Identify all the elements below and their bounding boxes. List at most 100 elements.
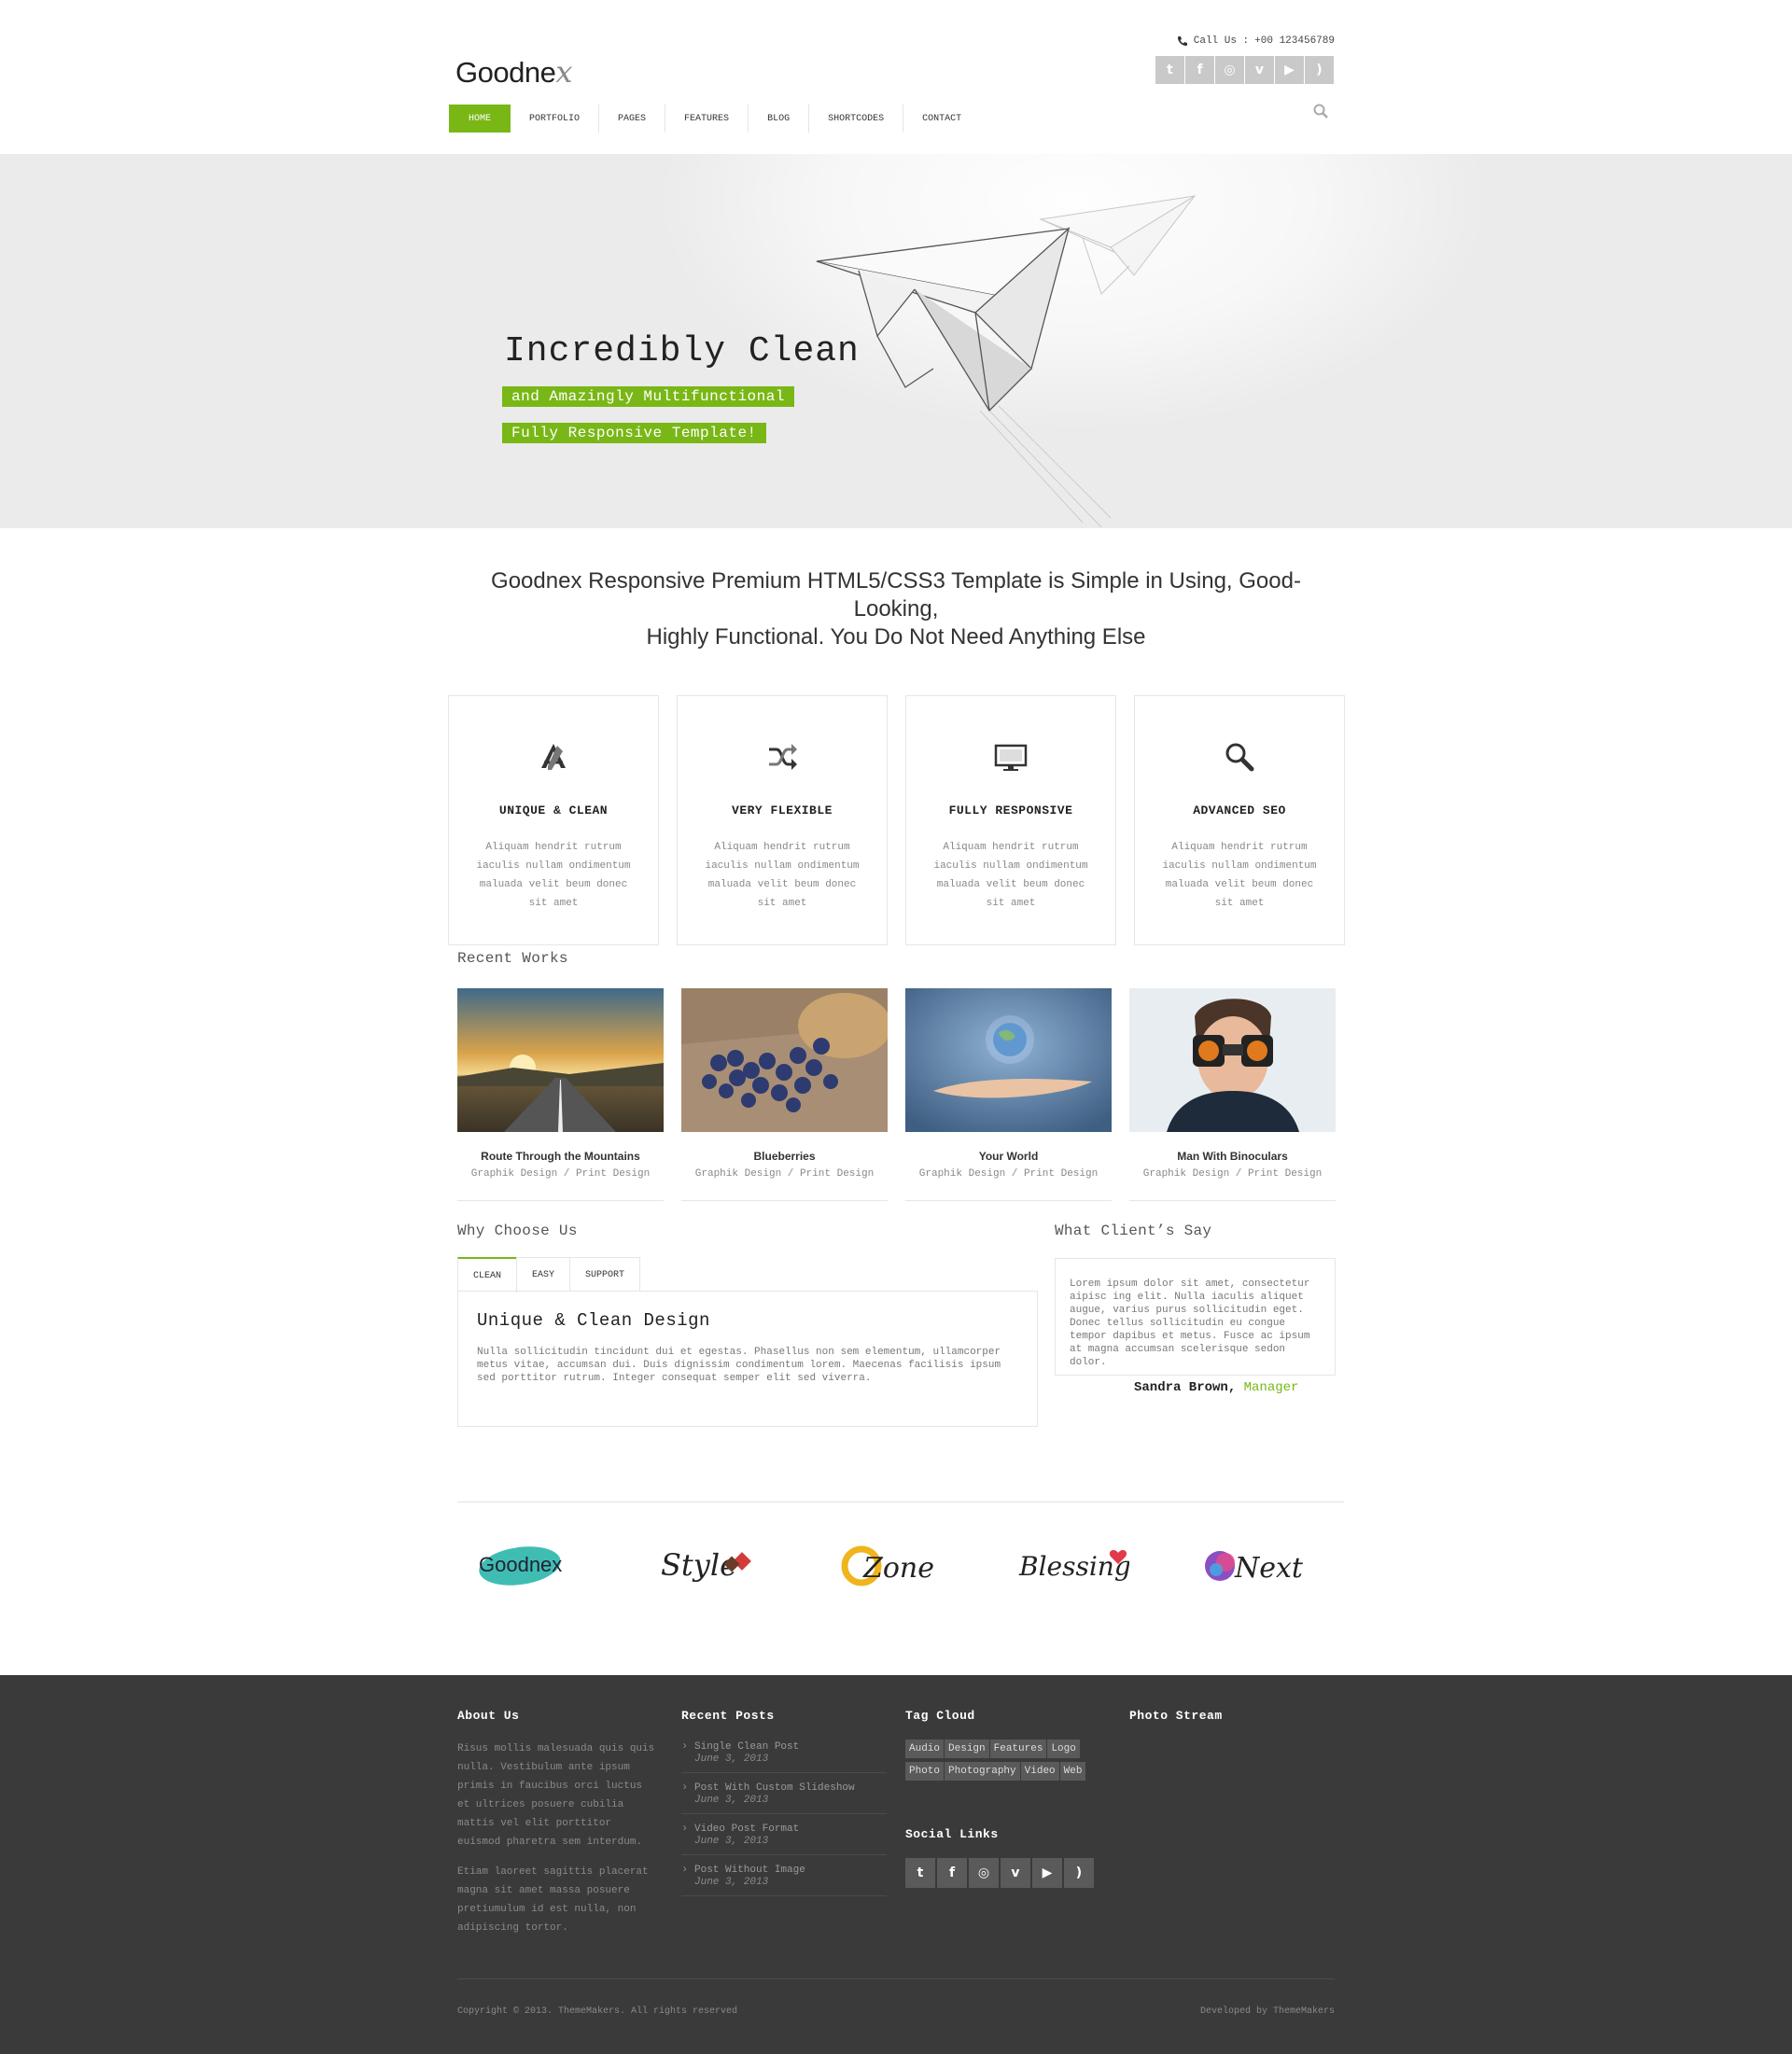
dribbble-icon[interactable]: ◎ — [1215, 56, 1244, 84]
work-image-blueberries[interactable] — [681, 988, 888, 1132]
tag-photo[interactable]: Photo — [905, 1762, 945, 1781]
why-tabs: CLEAN EASY SUPPORT — [457, 1257, 641, 1292]
testimonial-author-name: Sandra Brown, — [1134, 1380, 1237, 1395]
design-icon — [541, 744, 566, 770]
testimonial-text: Lorem ipsum dolor sit amet, consectetur … — [1070, 1279, 1310, 1368]
rss-icon[interactable]: ) — [1064, 1858, 1094, 1888]
work-item[interactable]: Blueberries Graphik Design / Print Desig… — [681, 988, 888, 1201]
tag-features[interactable]: Features — [989, 1740, 1047, 1758]
partner-logo-next-text: Next — [1234, 1552, 1304, 1585]
feature-box: UNIQUE & CLEAN Aliquam hendrit rutrum ia… — [448, 695, 659, 945]
footer-post-date: June 3, 2013 — [694, 1836, 769, 1847]
work-item[interactable]: Your World Graphik Design / Print Design — [905, 988, 1112, 1201]
work-title[interactable]: Man With Binoculars — [1129, 1150, 1336, 1163]
footer-post-title[interactable]: Post With Custom Slideshow — [694, 1782, 887, 1794]
tab-clean[interactable]: CLEAN — [457, 1257, 518, 1292]
feature-text: Aliquam hendrit rutrum iaculis nullam on… — [1162, 842, 1317, 909]
work-image-binoculars[interactable] — [1129, 988, 1336, 1132]
tab-support[interactable]: SUPPORT — [569, 1257, 641, 1292]
logo-text: Goodne — [455, 56, 556, 89]
feature-text: Aliquam hendrit rutrum iaculis nullam on… — [476, 842, 631, 909]
partner-logo-style[interactable]: Style — [653, 1536, 765, 1592]
youtube-icon[interactable]: ▶ — [1275, 56, 1304, 84]
chevron-right-icon: › — [681, 1781, 689, 1794]
facebook-icon[interactable]: f — [937, 1858, 967, 1888]
work-item[interactable]: Man With Binoculars Graphik Design / Pri… — [1129, 988, 1336, 1201]
tab-panel: Unique & Clean Design Nulla sollicitudin… — [457, 1291, 1038, 1427]
footer-post-title[interactable]: Post Without Image — [694, 1865, 887, 1876]
partner-logo-zone[interactable]: Zone — [835, 1536, 947, 1592]
youtube-icon[interactable]: ▶ — [1032, 1858, 1062, 1888]
facebook-icon[interactable]: f — [1185, 56, 1214, 84]
feature-box: VERY FLEXIBLE Aliquam hendrit rutrum iac… — [677, 695, 888, 945]
tag-logo[interactable]: Logo — [1047, 1740, 1080, 1758]
partner-logo-goodnex[interactable]: Goodnex — [471, 1536, 583, 1592]
testimonial-author: Sandra Brown, Manager — [1134, 1380, 1298, 1395]
nav-item-pages[interactable]: PAGES — [599, 105, 666, 133]
tab-panel-title: Unique & Clean Design — [477, 1310, 710, 1331]
footer-about-text: Risus mollis malesuada quis quis nulla. … — [457, 1743, 655, 1848]
footer-post-item[interactable]: › Post Without Image June 3, 2013 — [681, 1863, 887, 1896]
feature-box: FULLY RESPONSIVE Aliquam hendrit rutrum … — [905, 695, 1116, 945]
vimeo-icon[interactable]: v — [1001, 1858, 1030, 1888]
hero-tagline-1: and Amazingly Multifunctional — [502, 386, 794, 407]
footer-post-item[interactable]: › Video Post Format June 3, 2013 — [681, 1822, 887, 1855]
work-title[interactable]: Route Through the Mountains — [457, 1150, 664, 1163]
nav-item-features[interactable]: FEATURES — [665, 105, 749, 133]
work-category: Graphik Design / Print Design — [470, 1168, 651, 1180]
feature-text: Aliquam hendrit rutrum iaculis nullam on… — [933, 842, 1088, 909]
nav-item-shortcodes[interactable]: SHORTCODES — [809, 105, 904, 133]
footer-post-title[interactable]: Single Clean Post — [694, 1741, 887, 1753]
tab-panel-text: Nulla sollicitudin tincidunt dui et eges… — [477, 1347, 1001, 1384]
tag-audio[interactable]: Audio — [905, 1740, 945, 1758]
footer-photo-stream: Photo Stream — [1129, 1709, 1335, 1740]
hero-slider: Incredibly Clean and Amazingly Multifunc… — [0, 154, 1792, 528]
tag-design[interactable]: Design — [945, 1740, 989, 1758]
features-row: UNIQUE & CLEAN Aliquam hendrit rutrum ia… — [448, 695, 1345, 945]
developer-credit[interactable]: Developed by ThemeMakers — [1200, 2006, 1335, 2017]
footer-post-item[interactable]: › Single Clean Post June 3, 2013 — [681, 1740, 887, 1773]
work-image-world[interactable] — [905, 988, 1112, 1132]
site-logo[interactable]: Goodnex — [455, 54, 572, 90]
tab-easy[interactable]: EASY — [516, 1257, 571, 1292]
partner-logo-blessing[interactable]: Blessing — [1017, 1536, 1131, 1592]
twitter-icon[interactable]: t — [905, 1858, 935, 1888]
tag-video[interactable]: Video — [1020, 1762, 1059, 1781]
intro-line-1: Goodnex Responsive Premium HTML5/CSS3 Te… — [491, 568, 1301, 594]
footer-about-title: About Us — [457, 1709, 520, 1723]
partner-logo-next[interactable]: Next — [1199, 1536, 1311, 1592]
nav-item-home[interactable]: HOME — [449, 105, 511, 133]
chevron-right-icon: › — [681, 1822, 689, 1835]
tag-photography[interactable]: Photography — [945, 1762, 1020, 1781]
why-choose-title: Why Choose Us — [457, 1223, 578, 1239]
footer-post-date: June 3, 2013 — [694, 1795, 769, 1806]
footer-post-date: June 3, 2013 — [694, 1754, 769, 1765]
work-title[interactable]: Your World — [905, 1150, 1112, 1163]
nav-item-contact[interactable]: CONTACT — [903, 105, 980, 133]
dribbble-icon[interactable]: ◎ — [969, 1858, 999, 1888]
nav-item-portfolio[interactable]: PORTFOLIO — [511, 105, 600, 133]
footer-post-item[interactable]: › Post With Custom Slideshow June 3, 2013 — [681, 1781, 887, 1814]
search-icon[interactable] — [1312, 103, 1329, 119]
work-image-road[interactable] — [457, 988, 664, 1132]
copyright-text: Copyright © 2013. ThemeMakers. All right… — [457, 2006, 738, 2017]
recent-works-title: Recent Works — [457, 950, 568, 967]
rss-icon[interactable]: ) — [1305, 56, 1334, 84]
footer-post-title[interactable]: Video Post Format — [694, 1823, 887, 1835]
tag-web[interactable]: Web — [1059, 1762, 1086, 1781]
header-social-links: t f ◎ v ▶) — [1155, 56, 1334, 84]
call-label: Call Us : — [1193, 35, 1250, 47]
partner-logos: Goodnex Style Zone Blessing Next — [471, 1536, 1311, 1592]
footer-about: About Us Risus mollis malesuada quis qui… — [457, 1709, 658, 1937]
vimeo-icon[interactable]: v — [1245, 56, 1274, 84]
nav-item-blog[interactable]: BLOG — [749, 105, 810, 133]
main-navigation: HOME PORTFOLIO PAGES FEATURES BLOG SHORTCODES… — [449, 105, 980, 133]
feature-box: ADVANCED SEO Aliquam hendrit rutrum iacu… — [1134, 695, 1345, 945]
work-item[interactable]: Route Through the Mountains Graphik Desi… — [457, 988, 664, 1201]
chevron-right-icon: › — [681, 1863, 689, 1876]
feature-title: VERY FLEXIBLE — [732, 803, 833, 817]
work-title[interactable]: Blueberries — [681, 1150, 888, 1163]
footer-posts-list: › Single Clean Post June 3, 2013 › Post With… — [681, 1740, 887, 1896]
footer-photo-title: Photo Stream — [1129, 1709, 1223, 1723]
twitter-icon[interactable]: t — [1155, 56, 1184, 84]
